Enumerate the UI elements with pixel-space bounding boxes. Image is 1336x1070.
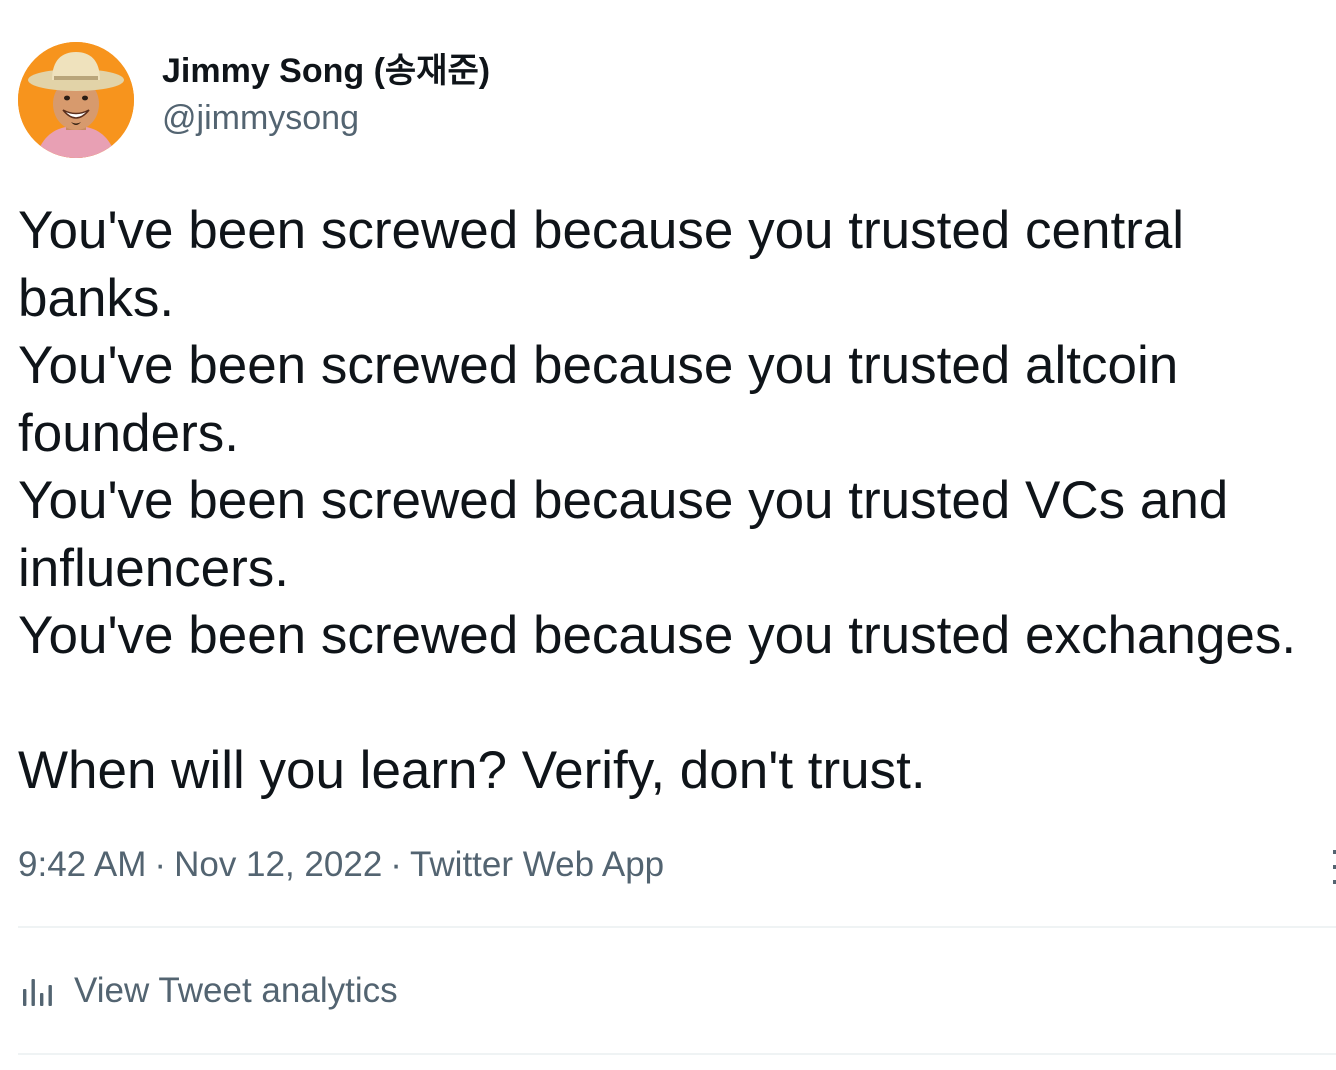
tweet-time[interactable]: 9:42 AM [18, 845, 146, 884]
meta-separator: · [154, 845, 167, 884]
author-handle[interactable]: @jimmysong [162, 93, 490, 143]
view-tweet-analytics-button[interactable]: View Tweet analytics [20, 966, 398, 1016]
meta-separator: · [390, 845, 402, 884]
tweet-text: You've been screwed because you trusted … [18, 197, 1336, 805]
bar-chart-icon [23, 979, 52, 1006]
cowboy-hat-avatar-icon [18, 42, 134, 158]
tweet-meta: 9:42 AM · Nov 12, 2022 · Twitter Web App [18, 842, 664, 888]
tweet-header: Jimmy Song (송재준) @jimmysong [18, 42, 490, 158]
avatar[interactable] [18, 42, 134, 158]
tweet-text-line: influencers. [18, 538, 290, 598]
tweet-date[interactable]: Nov 12, 2022 [174, 845, 382, 884]
tweet-text-line: You've been screwed because you trusted … [18, 201, 1185, 260]
tweet-text-blank-line [18, 670, 1336, 738]
view-tweet-analytics-label: View Tweet analytics [74, 971, 398, 1010]
tweet-text-line: founders. [18, 403, 239, 463]
divider [18, 926, 1336, 928]
author-names: Jimmy Song (송재준) @jimmysong [162, 49, 490, 143]
tweet-text-line: You've been screwed because you trusted … [18, 336, 1179, 395]
author-display-name[interactable]: Jimmy Song (송재준) [162, 49, 490, 93]
tweet-text-line: You've been screwed because you trusted … [18, 471, 1229, 530]
tweet: Jimmy Song (송재준) @jimmysong You've been … [0, 0, 1336, 1070]
tweet-text-line: banks. [18, 268, 175, 328]
tweet-text-line: When will you learn? Verify, don't trust… [18, 741, 926, 800]
tweet-text-line: You've been screwed because you trusted … [18, 606, 1297, 665]
divider [18, 1053, 1336, 1055]
tweet-source[interactable]: Twitter Web App [410, 845, 664, 884]
